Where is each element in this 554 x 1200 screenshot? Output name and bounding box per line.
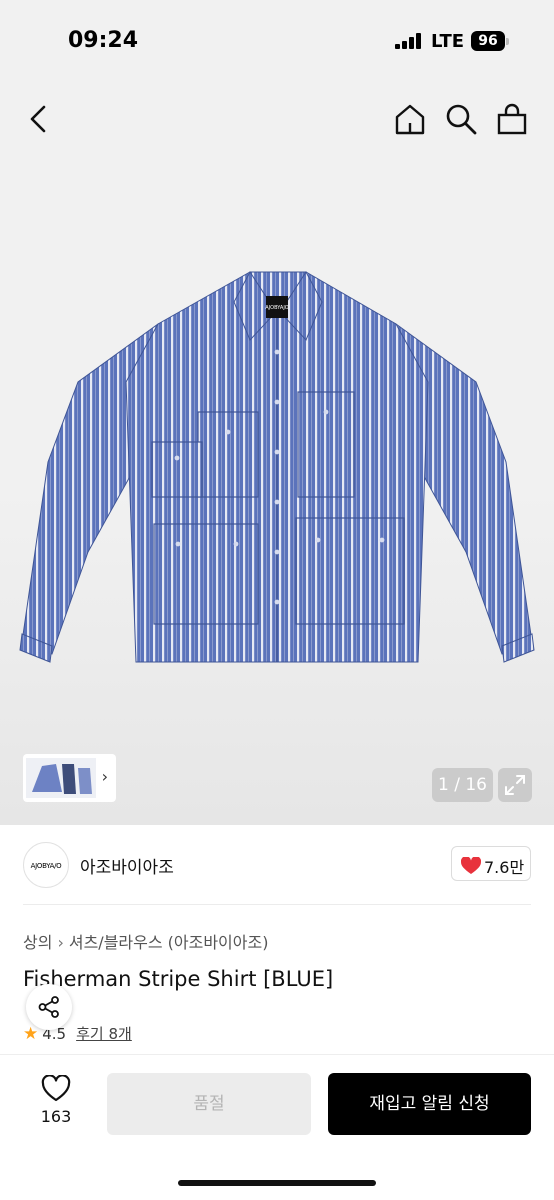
- divider: [23, 904, 531, 905]
- heart-outline-icon: [41, 1075, 71, 1102]
- shirt-logo-tag: AJOBYAJO: [265, 305, 289, 311]
- share-icon: [38, 996, 59, 1018]
- search-icon[interactable]: [444, 102, 478, 136]
- wishlist-count: 163: [40, 1107, 72, 1126]
- restock-alert-button[interactable]: 재입고 알림 신청: [328, 1073, 531, 1135]
- status-time: 09:24: [68, 28, 139, 53]
- heart-icon: [461, 857, 481, 874]
- home-indicator[interactable]: [178, 1180, 376, 1186]
- share-button[interactable]: [26, 984, 72, 1030]
- battery-tip: [506, 38, 509, 45]
- wishlist-button[interactable]: 163: [36, 1075, 76, 1126]
- battery-icon: 96: [471, 31, 505, 51]
- shopping-bag-icon[interactable]: [495, 102, 529, 136]
- chevron-right-icon: ›: [101, 767, 108, 786]
- expand-icon[interactable]: [498, 768, 532, 802]
- breadcrumb-category[interactable]: 상의: [23, 933, 52, 952]
- breadcrumb: 상의 › 셔츠/블라우스 (아조바이아조): [23, 929, 268, 953]
- brand-name[interactable]: 아조바이아조: [80, 853, 174, 878]
- home-icon[interactable]: [393, 102, 427, 136]
- star-icon: ★: [23, 1024, 39, 1044]
- brand-like-button[interactable]: 7.6만: [451, 846, 531, 881]
- status-bar: 09:24 LTE 96: [0, 0, 554, 84]
- back-arrow-icon[interactable]: [22, 102, 56, 136]
- thumbnail-strip[interactable]: ›: [23, 754, 116, 802]
- product-title: Fisherman Stripe Shirt [BLUE]: [23, 967, 334, 991]
- network-label: LTE: [431, 31, 465, 52]
- brand-like-count: 7.6만: [484, 858, 525, 877]
- signal-icon: [395, 33, 423, 49]
- image-counter: 1 / 16: [432, 768, 493, 802]
- product-image[interactable]: AJOBYAJO: [18, 262, 536, 682]
- thumbnail-image: [26, 758, 96, 798]
- review-link[interactable]: 후기 8개: [76, 1025, 132, 1043]
- soldout-button: 품절: [107, 1073, 311, 1135]
- brand-logo[interactable]: AJOBYA/O: [23, 842, 69, 888]
- chevron-right-icon: ›: [57, 933, 64, 952]
- breadcrumb-subcategory[interactable]: 셔츠/블라우스 (아조바이아조): [69, 933, 269, 952]
